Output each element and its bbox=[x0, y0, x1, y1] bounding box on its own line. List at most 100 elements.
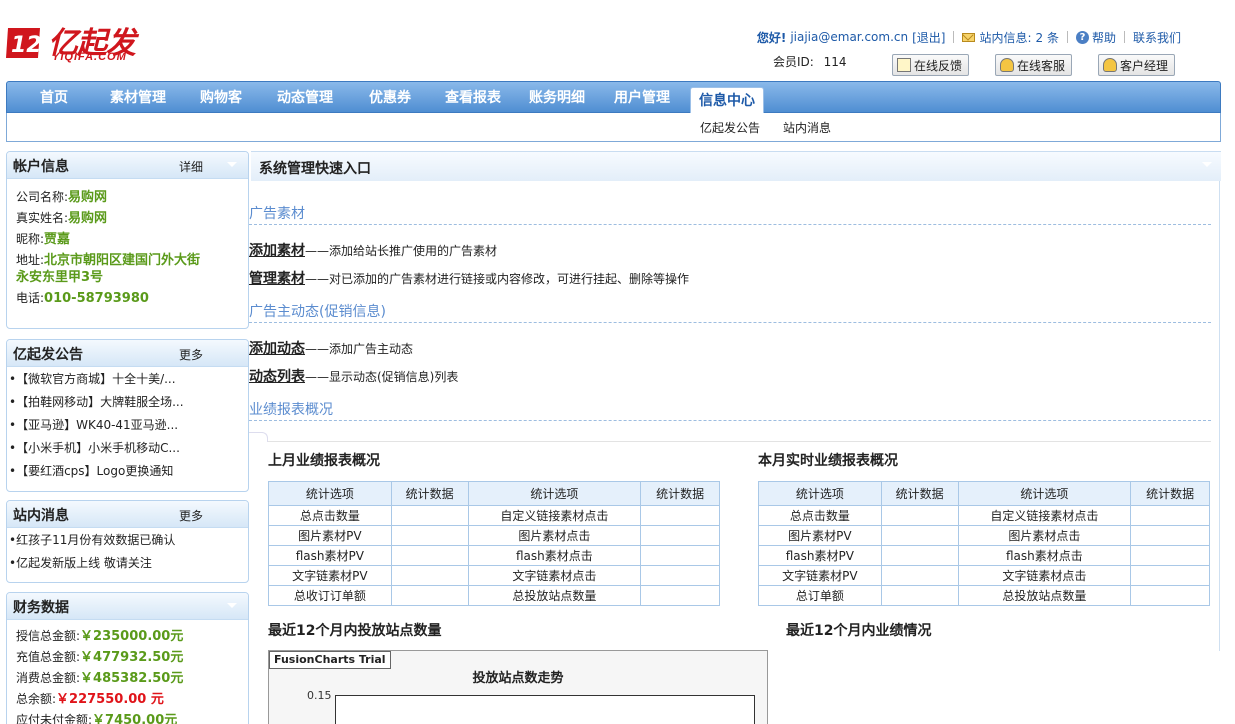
table-header-row: 统计选项 统计数据 统计选项 统计数据 bbox=[268, 481, 720, 506]
nav-news[interactable]: 动态管理 bbox=[277, 82, 333, 114]
last-month-report-table: 统计选项 统计数据 统计选项 统计数据 总点击数量 自定义链接素材点击 图片素材PV… bbox=[268, 481, 720, 606]
online-service-button[interactable]: 在线客服 bbox=[995, 54, 1073, 76]
main-border bbox=[1219, 181, 1220, 651]
main-title: 系统管理快速入口 bbox=[259, 161, 371, 177]
recharge-label: 充值总金额: bbox=[16, 650, 81, 664]
spend-label: 消费总金额: bbox=[16, 671, 81, 685]
feedback-button-label: 在线反馈 bbox=[914, 58, 963, 73]
collapse-arrow-icon[interactable] bbox=[227, 603, 237, 608]
table-cell: 图片素材PV bbox=[268, 525, 392, 546]
nav-reports[interactable]: 查看报表 bbox=[445, 82, 501, 114]
main-header: 系统管理快速入口 bbox=[251, 151, 1221, 181]
collapse-arrow-icon[interactable] bbox=[227, 162, 237, 167]
collapse-arrow-icon[interactable] bbox=[1202, 162, 1212, 167]
table-cell: 图片素材PV bbox=[758, 525, 882, 546]
manage-material-link[interactable]: 管理素材 bbox=[249, 271, 305, 287]
table-cell: 总投放站点数量 bbox=[467, 585, 642, 606]
phone-label: 电话: bbox=[16, 291, 45, 305]
logout-link[interactable]: [退出] bbox=[912, 29, 945, 46]
table-cell bbox=[1130, 565, 1210, 586]
column-header: 统计选项 bbox=[467, 481, 642, 506]
nav-users[interactable]: 用户管理 bbox=[614, 82, 670, 114]
nav-shopper[interactable]: 购物客 bbox=[200, 82, 242, 114]
company-label: 公司名称: bbox=[16, 190, 69, 204]
announcement-item[interactable]: •【微软官方商城】十全十美/... bbox=[9, 368, 248, 391]
logo[interactable]: 12 亿起发 YIQIFA.COM bbox=[4, 18, 139, 66]
table-cell bbox=[390, 565, 469, 586]
news-list-desc: ——显示动态(促销信息)列表 bbox=[305, 370, 459, 384]
account-detail-link[interactable]: 详细 bbox=[179, 158, 203, 175]
table-row: 总点击数量 自定义链接素材点击 bbox=[758, 505, 1210, 526]
table-cell bbox=[880, 505, 959, 526]
company-row: 公司名称:易购网 bbox=[16, 187, 248, 208]
address-value-line1: 北京市朝阳区建国门外大街 bbox=[44, 253, 201, 268]
finance-panel-header: 财务数据 bbox=[7, 593, 248, 620]
table-row: 图片素材PV 图片素材点击 bbox=[268, 525, 720, 546]
news-list-row: 动态列表——显示动态(促销信息)列表 bbox=[249, 366, 458, 386]
announcement-item[interactable]: •【亚马逊】WK40-41亚马逊... bbox=[9, 414, 248, 437]
member-id: 会员ID: 114 bbox=[773, 53, 847, 70]
nav-coupon[interactable]: 优惠券 bbox=[369, 82, 411, 114]
member-id-value: 114 bbox=[823, 55, 847, 69]
inbox-item[interactable]: •亿起发新版上线 敬请关注 bbox=[9, 552, 248, 575]
user-email[interactable]: jiajia@emar.com.cn bbox=[790, 30, 908, 44]
nav-billing[interactable]: 账务明细 bbox=[529, 82, 585, 114]
nav-info-center[interactable]: 信息中心 bbox=[690, 87, 764, 115]
table-row: 总订单额 总投放站点数量 bbox=[758, 585, 1210, 606]
table-cell: 自定义链接素材点击 bbox=[467, 505, 642, 526]
svg-text:12: 12 bbox=[11, 33, 42, 58]
table-cell: 图片素材点击 bbox=[467, 525, 642, 546]
nav-home[interactable]: 首页 bbox=[40, 82, 68, 114]
nav-material[interactable]: 素材管理 bbox=[110, 82, 166, 114]
divider bbox=[268, 441, 1211, 442]
table-cell: 文字链素材点击 bbox=[957, 565, 1132, 586]
table-cell: flash素材PV bbox=[268, 545, 392, 566]
column-header: 统计数据 bbox=[880, 481, 959, 506]
messages-count[interactable]: 2 条 bbox=[1036, 29, 1059, 46]
table-cell bbox=[880, 525, 959, 546]
announcement-item[interactable]: •【拍鞋网移动】大牌鞋服全场... bbox=[9, 391, 248, 414]
column-header: 统计选项 bbox=[957, 481, 1132, 506]
pending-value: ￥7450.00元 bbox=[92, 713, 178, 724]
table-cell: 总收订订单额 bbox=[268, 585, 392, 606]
account-manager-button-label: 客户经理 bbox=[1120, 58, 1169, 73]
inbox-item[interactable]: •红孩子11月份有效数据已确认 bbox=[9, 529, 248, 552]
messages-label[interactable]: 站内信息: bbox=[979, 29, 1031, 46]
online-service-button-label: 在线客服 bbox=[1017, 58, 1066, 73]
tab-corner bbox=[249, 432, 268, 442]
announcement-panel: 亿起发公告 更多 •【微软官方商城】十全十美/... •【拍鞋网移动】大牌鞋服全… bbox=[6, 339, 249, 492]
chart-title: 投放站点数走势 bbox=[472, 671, 564, 686]
table-cell bbox=[880, 565, 959, 586]
mail-icon bbox=[962, 32, 976, 42]
news-list-link[interactable]: 动态列表 bbox=[249, 369, 305, 385]
company-value: 易购网 bbox=[68, 190, 108, 205]
table-row: 图片素材PV 图片素材点击 bbox=[758, 525, 1210, 546]
credit-value: ￥235000.00元 bbox=[80, 629, 184, 644]
add-material-link[interactable]: 添加素材 bbox=[249, 243, 305, 259]
subnav-messages[interactable]: 站内消息 bbox=[783, 119, 831, 136]
section-ad-material: 广告素材 bbox=[249, 206, 305, 222]
balance-label: 总余额: bbox=[16, 692, 57, 706]
table-cell: flash素材点击 bbox=[467, 545, 642, 566]
announcement-item[interactable]: •【要红酒cps】Logo更换通知 bbox=[9, 460, 248, 483]
contact-link[interactable]: 联系我们 bbox=[1133, 29, 1181, 46]
manage-material-desc: ——对已添加的广告素材进行链接或内容修改，可进行挂起、删除等操作 bbox=[305, 272, 690, 286]
main-nav: 首页 素材管理 购物客 动态管理 优惠券 查看报表 账务明细 用户管理 信息中心 bbox=[6, 81, 1221, 115]
finance-panel-title: 财务数据 bbox=[13, 600, 69, 616]
finance-panel: 财务数据 授信总金额:￥235000.00元 充值总金额:￥477932.50元… bbox=[6, 592, 249, 724]
feedback-button[interactable]: 在线反馈 bbox=[892, 54, 970, 76]
account-panel: 帐户信息 详细 公司名称:易购网 真实姓名:易购网 昵称:贾嘉 地址:北京市朝阳… bbox=[6, 151, 249, 329]
announcement-item[interactable]: •【小米手机】小米手机移动C... bbox=[9, 437, 248, 460]
performance-chart-title: 最近12个月内业绩情况 bbox=[786, 623, 932, 639]
announcement-more-link[interactable]: 更多 bbox=[179, 346, 203, 363]
subnav-announcements[interactable]: 亿起发公告 bbox=[700, 119, 760, 136]
account-manager-button[interactable]: 客户经理 bbox=[1098, 54, 1176, 76]
table-cell: 图片素材点击 bbox=[957, 525, 1132, 546]
add-news-link[interactable]: 添加动态 bbox=[249, 341, 305, 357]
help-link[interactable]: 帮助 bbox=[1092, 29, 1116, 46]
column-header: 统计数据 bbox=[640, 481, 720, 506]
column-header: 统计数据 bbox=[390, 481, 469, 506]
inbox-more-link[interactable]: 更多 bbox=[179, 507, 203, 524]
manage-material-row: 管理素材——对已添加的广告素材进行链接或内容修改，可进行挂起、删除等操作 bbox=[249, 268, 689, 288]
table-cell bbox=[880, 585, 959, 606]
